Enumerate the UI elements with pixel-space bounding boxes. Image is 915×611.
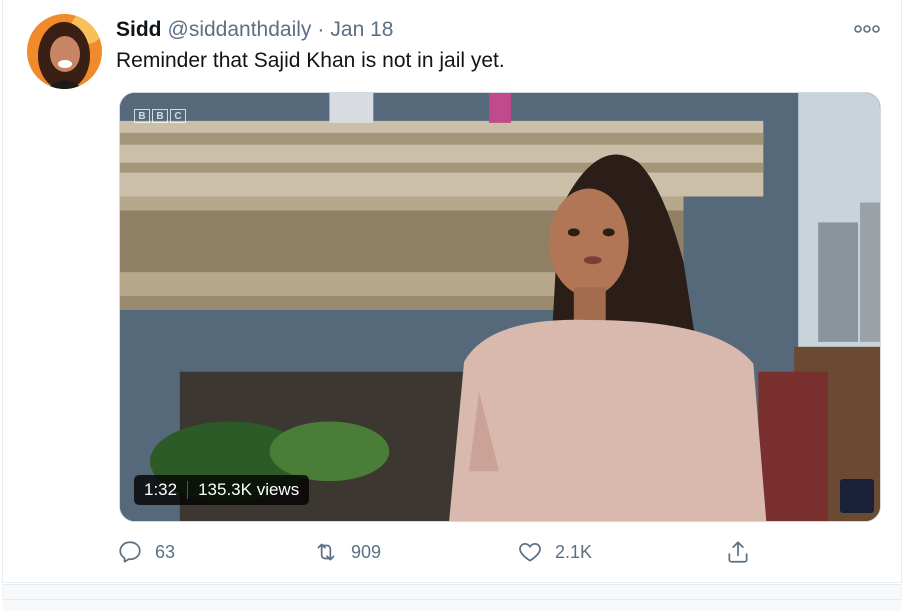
retweet-button[interactable]: 909 — [313, 534, 381, 570]
share-icon — [728, 541, 748, 563]
display-name[interactable]: Sidd — [116, 18, 162, 42]
user-handle[interactable]: @siddanthdaily — [168, 18, 312, 42]
like-count: 2.1K — [555, 541, 593, 562]
reply-button[interactable]: 63 — [117, 534, 175, 570]
tweet-header: Sidd @siddanthdaily · Jan 18 — [116, 16, 393, 44]
header-separator: · — [317, 18, 325, 41]
reply-icon — [119, 541, 141, 563]
share-button[interactable] — [725, 534, 751, 570]
video-duration: 1:32 — [144, 480, 178, 499]
video-player[interactable]: B B C 1:32 135.3K views — [119, 92, 881, 522]
avatar-image — [27, 14, 102, 89]
divider — [2, 599, 902, 600]
tweet-card[interactable]: Sidd @siddanthdaily · Jan 18 Reminder th… — [2, 0, 902, 583]
avatar[interactable] — [27, 14, 102, 89]
retweet-icon — [317, 543, 335, 561]
video-info-badge: 1:32 135.3K views — [134, 475, 310, 505]
tweet-text: Reminder that Sajid Khan is not in jail … — [116, 49, 505, 72]
retweet-count: 909 — [351, 541, 382, 562]
channel-watermark-icon — [840, 479, 874, 513]
more-options-icon[interactable] — [851, 16, 883, 42]
reply-count: 63 — [155, 541, 176, 562]
timeline-gap — [2, 584, 902, 611]
tweet-actions: 63 909 2.1K — [117, 534, 897, 570]
bbc-logo: B B C — [134, 109, 186, 123]
heart-icon — [519, 543, 541, 562]
video-thumbnail — [120, 93, 880, 521]
tweet-date[interactable]: Jan 18 — [330, 18, 393, 42]
badge-divider — [187, 481, 189, 499]
video-view-count: 135.3K views — [198, 480, 300, 499]
like-button[interactable]: 2.1K — [517, 534, 592, 570]
